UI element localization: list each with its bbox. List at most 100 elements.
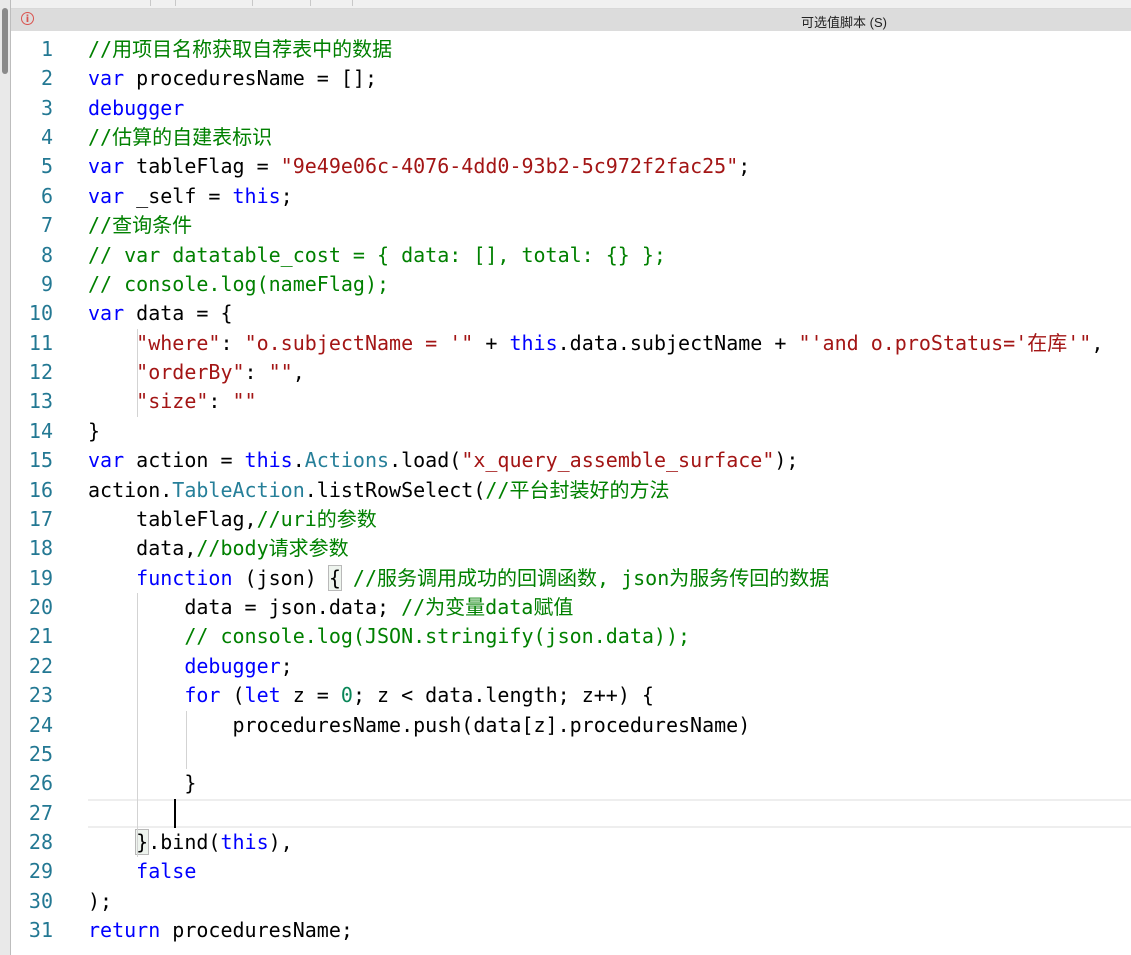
line-code: } [88, 769, 196, 798]
line-number: 31 [28, 918, 53, 943]
code-line[interactable]: 5 var tableFlag = "9e49e06c-4076-4dd0-93b… [11, 152, 1131, 181]
line-code: //估算的自建表标识 [88, 123, 272, 152]
keyword-token: for [184, 683, 221, 708]
code-text-token: ; [280, 183, 293, 208]
keyword-token: function [136, 565, 233, 590]
code-text-token: _self = [124, 183, 233, 208]
code-text-token: tableFlag = [124, 154, 281, 179]
code-line[interactable]: 19 function (json) { //服务调用成功的回调函数, json… [11, 564, 1131, 593]
current-line-highlight [88, 798, 1131, 828]
line-code: function (json) { //服务调用成功的回调函数, json为服务… [88, 564, 829, 593]
code-text-token: } [88, 771, 197, 796]
line-number: 25 [28, 741, 53, 766]
code-line[interactable]: 7 //查询条件 [11, 211, 1131, 240]
code-line[interactable]: 27 [11, 798, 1131, 828]
code-text-token: ); [88, 888, 113, 913]
line-code: var proceduresName = []; [88, 64, 377, 93]
line-number: 12 [28, 360, 53, 385]
line-code: tableFlag,//uri的参数 [88, 505, 377, 534]
keyword-token: var [88, 183, 125, 208]
line-code: var tableFlag = "9e49e06c-4076-4dd0-93b2… [88, 152, 750, 181]
string-token: "9e49e06c-4076-4dd0-93b2-5c972f2fac25" [280, 154, 739, 179]
code-line[interactable]: 10 var data = { [11, 299, 1131, 328]
info-icon[interactable]: i [21, 12, 34, 25]
code-line[interactable]: 30); [11, 887, 1131, 916]
line-number: 4 [40, 125, 53, 150]
string-token: "x_query_assemble_surface" [461, 448, 775, 473]
code-line[interactable]: 2 var proceduresName = []; [11, 64, 1131, 93]
line-number: 1 [40, 37, 53, 61]
code-text-token: data = json.data; [88, 595, 402, 620]
line-number: 17 [28, 506, 53, 531]
code-line[interactable]: 28 }.bind(this), [11, 828, 1131, 857]
code-line[interactable]: 6 var _self = this; [11, 182, 1131, 211]
code-line[interactable]: 24 proceduresName.push(data[z].procedure… [11, 711, 1131, 740]
string-token: "orderBy" [136, 360, 245, 385]
code-line[interactable]: 4 //估算的自建表标识 [11, 123, 1131, 152]
code-line[interactable]: 18 data,//body请求参数 [11, 534, 1131, 563]
string-token: "o.subjectName = '" [244, 330, 474, 355]
comment-token: // var datatable_cost = { data: [], tota… [88, 242, 666, 267]
code-line[interactable]: 3 debugger [11, 94, 1131, 123]
code-line[interactable]: 16 action.TableAction.listRowSelect(//平台封… [11, 476, 1131, 505]
comment-token: //平台封装好的方法 [485, 477, 670, 502]
code-text-token: : [208, 389, 233, 414]
code-line[interactable]: 8 // var datatable_cost = { data: [], tot… [11, 241, 1131, 270]
line-number: 24 [28, 712, 53, 737]
line-code: // console.log(nameFlag); [88, 270, 389, 299]
comment-token: // console.log(JSON.stringify(json.data)… [184, 624, 691, 649]
line-code: debugger; [88, 652, 292, 681]
scrollbar-thumb[interactable] [2, 8, 8, 74]
vertical-scrollbar[interactable] [0, 0, 11, 955]
line-number: 14 [28, 418, 53, 443]
line-number: 29 [28, 859, 53, 884]
line-number: 19 [28, 565, 53, 590]
line-number: 21 [28, 624, 53, 649]
code-text-token: + [473, 330, 510, 355]
line-number: 8 [40, 242, 53, 267]
line-code: proceduresName.push(data[z].proceduresNa… [88, 711, 750, 740]
panel-header: i 可选值脚本 (S) [11, 9, 1131, 31]
code-line[interactable]: 14} [11, 417, 1131, 446]
number-token: 0 [340, 683, 353, 708]
code-line[interactable]: 22 debugger; [11, 652, 1131, 681]
code-line[interactable]: 29 false [11, 857, 1131, 886]
string-token: "" [268, 360, 293, 385]
code-line[interactable]: 31 return proceduresName; [11, 916, 1131, 945]
code-line[interactable]: 23 for (let z = 0; z < data.length; z++)… [11, 681, 1131, 710]
line-code: "where": "o.subjectName = '" + this.data… [88, 329, 1103, 358]
string-token: "" [232, 389, 257, 414]
top-tab-strip [0, 0, 1131, 9]
code-line[interactable]: 11 "where": "o.subjectName = '" + this.d… [11, 329, 1131, 358]
code-text-token: proceduresName; [160, 918, 353, 943]
code-text-token: data, [88, 536, 197, 561]
code-line[interactable]: 21 // console.log(JSON.stringify(json.da… [11, 622, 1131, 651]
code-line[interactable]: 12 "orderBy": "", [11, 358, 1131, 387]
line-number: 3 [40, 95, 53, 120]
line-number: 5 [40, 154, 53, 179]
code-text-token: } [88, 418, 101, 443]
line-number: 16 [28, 477, 53, 502]
code-editor[interactable]: 1 //用项目名称获取自荐表中的数据 2 var proceduresName = [… [11, 33, 1131, 955]
comment-token: //为变量data赋值 [401, 595, 574, 620]
code-text-token: action. [88, 477, 173, 502]
code-line[interactable]: 15 var action = this.Actions.load("x_quer… [11, 446, 1131, 475]
code-line[interactable]: 1 //用项目名称获取自荐表中的数据 [11, 35, 1131, 64]
string-token: "size" [136, 389, 209, 414]
line-number: 20 [28, 595, 53, 620]
keyword-token: false [136, 859, 197, 884]
line-number: 7 [40, 213, 53, 238]
code-line[interactable]: 20 data = json.data; //为变量data赋值 [11, 593, 1131, 622]
code-line[interactable]: 26 } [11, 769, 1131, 798]
code-line[interactable]: 17 tableFlag,//uri的参数 [11, 505, 1131, 534]
line-code: data,//body请求参数 [88, 534, 348, 563]
code-line[interactable]: 9 // console.log(nameFlag); [11, 270, 1131, 299]
code-text-token: , [292, 360, 305, 385]
code-line[interactable]: 25 [11, 740, 1131, 769]
keyword-token: this [220, 829, 269, 854]
code-line[interactable]: 13 "size": "" [11, 387, 1131, 416]
